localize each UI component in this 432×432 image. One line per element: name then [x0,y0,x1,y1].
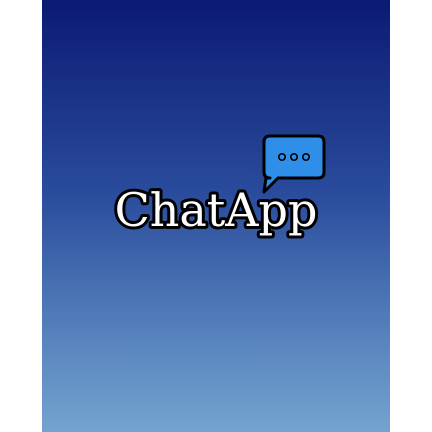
app-name: ChatApp [115,183,318,237]
app-logo-graphic: ChatApp [112,134,326,240]
app-logo: ChatApp [42,130,390,240]
page: ChatApp [0,0,432,432]
splash-screen: ChatApp [42,0,390,432]
